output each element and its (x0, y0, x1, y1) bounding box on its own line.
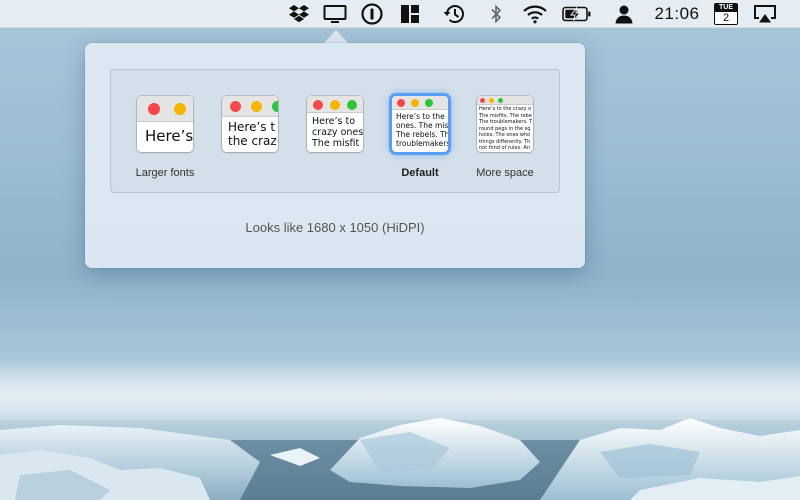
minimize-dot (489, 98, 494, 103)
close-dot (230, 101, 241, 112)
preview-text-line: crazy ones (312, 127, 363, 138)
preview-text-line: Here’s to (312, 116, 356, 127)
preview-text-line: the craz (228, 134, 277, 148)
preview-text-line: Here’s to the (396, 112, 445, 121)
resolution-description: Looks like 1680 x 1050 (HiDPI) (245, 220, 425, 235)
bluetooth-icon[interactable] (486, 0, 506, 28)
menu-bar: 21:06 TUE 2 (0, 0, 800, 28)
preview-text-line: round pegs in the sq (479, 125, 531, 132)
popover-arrow (323, 30, 349, 44)
calendar-day: TUE (715, 4, 737, 12)
airplay-icon[interactable] (752, 0, 778, 28)
minimize-dot (411, 99, 419, 107)
dropbox-icon[interactable] (287, 0, 311, 28)
preview-text-line: Here’s (145, 128, 193, 145)
zoom-dot (272, 101, 278, 112)
preview-text-line: troublemakers (396, 139, 448, 148)
display-icon[interactable] (322, 0, 348, 28)
menu-clock[interactable]: 21:06 (652, 0, 702, 28)
zoom-dot (498, 98, 503, 103)
close-dot (397, 99, 405, 107)
user-icon[interactable] (612, 0, 636, 28)
preview-text-line: The troublemakers. T (479, 119, 533, 125)
minimize-dot (174, 103, 186, 115)
zoom-dot (347, 100, 357, 110)
window-layout-icon[interactable] (398, 0, 422, 28)
preview-text-line: The misfit (312, 138, 360, 149)
option-label-more-space: More space (476, 167, 534, 179)
scaling-options-panel: Here’s Here’s t the craz Here’s to crazy… (110, 69, 560, 193)
preview-text-line: Here’s t (228, 120, 276, 134)
1password-icon[interactable] (360, 0, 384, 28)
close-dot (148, 103, 160, 115)
preview-text-line: not fond of rules. An (479, 145, 531, 151)
wifi-icon[interactable] (521, 0, 549, 28)
option-scale-3[interactable]: Here’s to crazy ones The misfit (307, 96, 363, 152)
preview-text-line: ones. The mis (396, 121, 448, 130)
calendar-date: 2 (722, 12, 730, 24)
option-default[interactable]: Here’s to the ones. The mis The rebels. … (392, 96, 448, 152)
battery-charging-icon[interactable] (561, 0, 593, 28)
option-more-space[interactable]: Here’s to the crazy o The misfits. The r… (477, 96, 533, 152)
close-dot (313, 100, 323, 110)
minimize-dot (330, 100, 340, 110)
preview-text-line: things differently. Th (479, 138, 531, 145)
time-machine-icon[interactable] (441, 0, 467, 28)
minimize-dot (251, 101, 262, 112)
option-scale-2[interactable]: Here’s t the craz (222, 96, 278, 152)
preview-text-line: holes. The ones who (479, 132, 531, 138)
calendar-icon[interactable]: TUE 2 (713, 0, 739, 28)
option-label-larger-fonts: Larger fonts (135, 167, 195, 179)
preview-text-line: The misfits. The rebe (479, 112, 532, 119)
preview-text-line: Here’s to the crazy o (479, 106, 532, 112)
close-dot (480, 98, 485, 103)
preview-text-line: The rebels. Th (396, 130, 448, 139)
display-resolution-popover: Here’s Here’s t the craz Here’s to crazy… (85, 43, 585, 268)
option-larger-fonts[interactable]: Here’s (137, 96, 193, 152)
zoom-dot (425, 99, 433, 107)
